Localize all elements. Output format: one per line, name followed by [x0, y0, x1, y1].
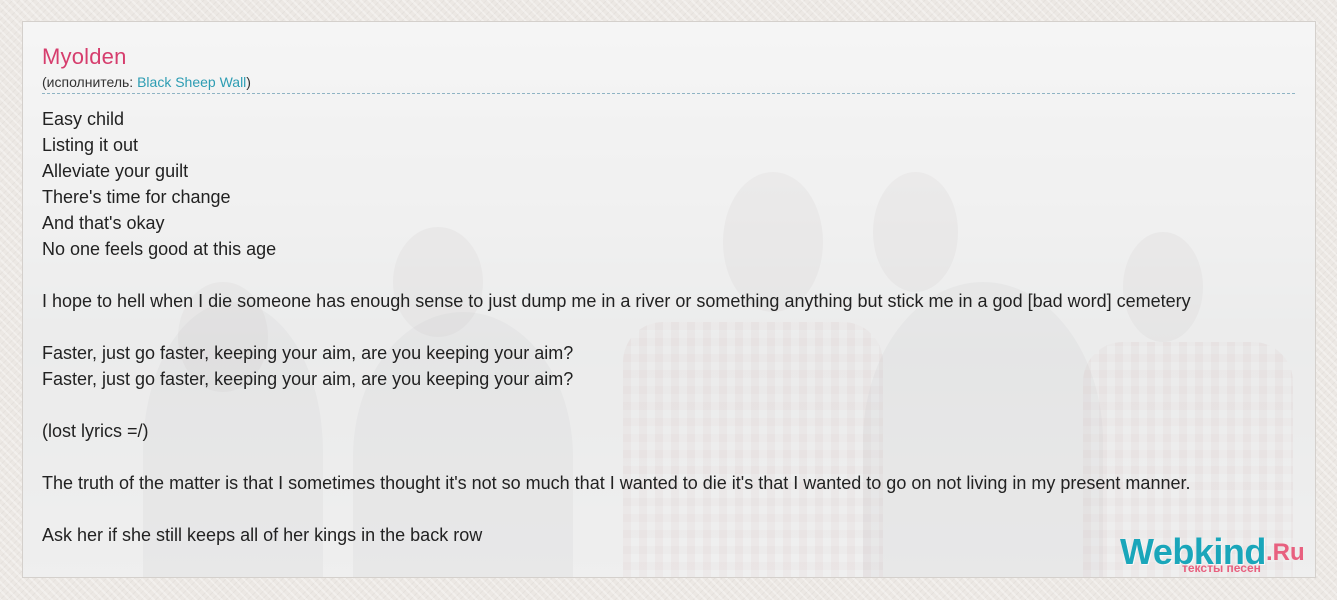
lyric-line	[42, 444, 1315, 470]
song-title: Myolden	[42, 44, 127, 69]
lyric-line	[42, 392, 1315, 418]
artist-link[interactable]: Black Sheep Wall	[137, 74, 246, 90]
lyric-line: There's time for change	[42, 187, 231, 207]
webkind-logo[interactable]: Webkind .Ru тексты песен	[1120, 531, 1320, 575]
lyric-line: And that's okay	[42, 213, 165, 233]
lyric-line: Alleviate your guilt	[42, 161, 189, 181]
lyric-line: Listing it out	[42, 135, 139, 155]
lyrics-body: Easy child Listing it out Alleviate your…	[42, 106, 1315, 548]
lyric-line: (lost lyrics =/)	[42, 421, 149, 441]
lyric-line	[42, 314, 1315, 340]
lyrics-card: Myolden (исполнитель: Black Sheep Wall) …	[22, 21, 1316, 578]
lyric-line: Faster, just go faster, keeping your aim…	[42, 343, 574, 363]
lyric-line: Faster, just go faster, keeping your aim…	[42, 369, 574, 389]
logo-tld: .Ru	[1266, 539, 1305, 566]
artist-line: (исполнитель: Black Sheep Wall)	[42, 74, 251, 90]
lyric-line	[42, 496, 1315, 522]
lyric-line: The truth of the matter is that I someti…	[42, 473, 1191, 493]
title-divider	[42, 93, 1295, 94]
lyric-line: Easy child	[42, 109, 125, 129]
artist-prefix: (исполнитель:	[42, 74, 138, 90]
artist-suffix: )	[246, 74, 251, 90]
lyric-line: I hope to hell when I die someone has en…	[42, 291, 1191, 311]
logo-tagline: тексты песен	[1182, 561, 1261, 575]
lyric-line	[42, 262, 1315, 288]
lyric-line: No one feels good at this age	[42, 239, 277, 259]
